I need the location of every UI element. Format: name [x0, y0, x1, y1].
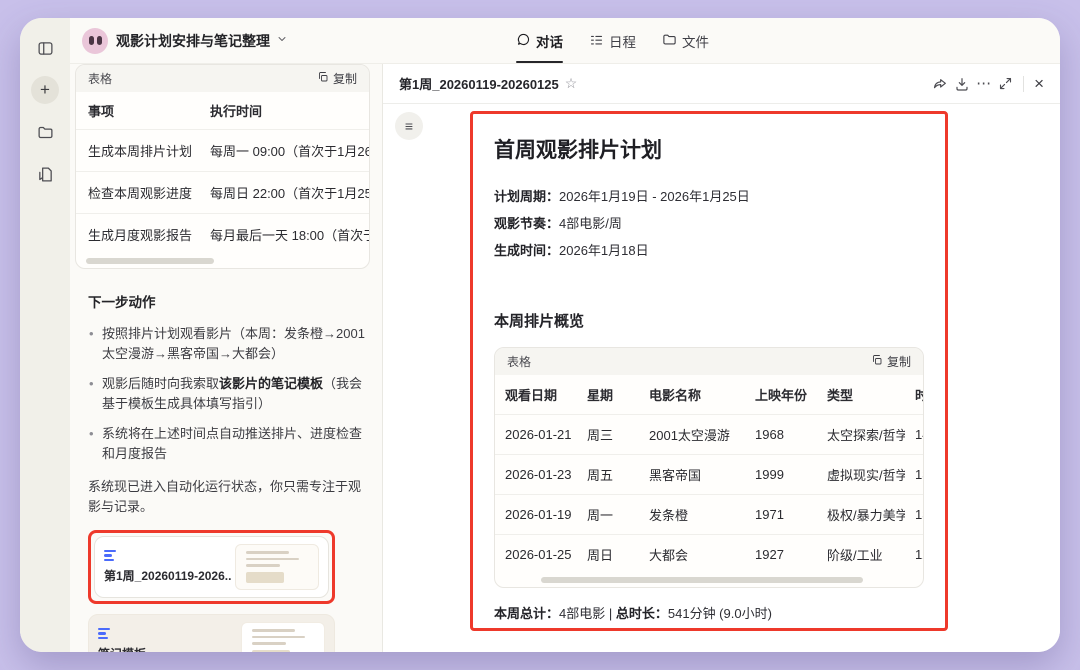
table-row: 2026-01-23周五 黑客帝国1999 虚拟现实/哲学13 — [495, 455, 924, 495]
schedule-table: 事项执行时间 生成本周排片计划每周一 09:00（首次于1月26日） 检查本周观… — [76, 92, 369, 255]
folder-icon — [662, 32, 677, 50]
left-rail: + — [20, 18, 70, 652]
tab-chat[interactable]: 对话 — [516, 18, 563, 63]
view-tabs: 对话 日程 文件 — [516, 18, 709, 63]
section-heading: 本周排片概览 — [494, 310, 924, 331]
summary-block: 本周总计：4部电影 | 总时长：541分钟 (9.0小时) 排片原则：类型多样性… — [494, 600, 924, 631]
copy-button[interactable]: 复制 — [317, 70, 357, 87]
tab-files[interactable]: 文件 — [662, 18, 709, 63]
app-window: + 观影计划安排与笔记整理 对话 日程 — [20, 18, 1060, 652]
expand-icon[interactable] — [998, 76, 1013, 91]
table-row: 检查本周观影进度每周日 22:00（首次于1月25日） — [76, 172, 369, 214]
download-icon[interactable] — [954, 76, 970, 92]
divider — [1023, 76, 1024, 92]
desktop-backdrop: + 观影计划安排与笔记整理 对话 日程 — [0, 0, 1080, 670]
tab-schedule[interactable]: 日程 — [589, 18, 636, 63]
movie-table-card: 表格 复制 观看日期星期 电影名称上映年份 类型时 — [494, 347, 924, 588]
meta-line: 生成时间：2026年1月18日 — [494, 237, 924, 264]
next-actions-heading: 下一步动作 — [88, 291, 366, 311]
chat-panel: 表格 复制 事项执行时间 生成本周排片计划每周一 09:00（首次于1月26日）… — [70, 64, 383, 652]
list-item: 系统将在上述时间点自动推送排片、进度检查和月度报告 — [88, 424, 366, 464]
conversation-title[interactable]: 观影计划安排与笔记整理 — [116, 31, 270, 51]
star-icon[interactable]: ☆ — [565, 75, 578, 92]
copy-button[interactable]: 复制 — [871, 353, 911, 370]
table-card-label: 表格 — [88, 70, 112, 87]
table-row: 2026-01-25周日 大都会1927 阶级/工业12 — [495, 535, 924, 575]
annotation-highlight-box: 首周观影排片计划 计划周期：2026年1月19日 - 2026年1月25日 观影… — [470, 111, 948, 631]
list-item: 观影后随时向我索取该影片的笔记模板（我会基于模板生成具体填写指引） — [88, 374, 366, 414]
meta-line: 观影节奏：4部电影/周 — [494, 210, 924, 237]
table-row: 2026-01-21周三 2001太空漫游1968 太空探索/哲学14 — [495, 415, 924, 455]
new-chat-button[interactable]: + — [31, 76, 59, 104]
chat-bubble-icon — [516, 32, 531, 50]
copy-icon — [871, 354, 883, 369]
document-icon — [98, 628, 146, 640]
table-row: 2026-01-19周一 发条橙1971 极权/暴力美学13 — [495, 495, 924, 535]
closing-text: 系统现已进入自动化运行状态，你只需专注于观影与记录。 — [88, 477, 366, 517]
summary-line: 本周总计：4部电影 | 总时长：541分钟 (9.0小时) — [494, 600, 924, 627]
summary-line: 排片原则：类型多样性、时长平衡、评分高低穿插 — [494, 627, 924, 631]
list-item: 按照排片计划观看影片（本周：发条橙→2001太空漫游→黑客帝国→大都会） — [88, 324, 366, 364]
file-import-icon[interactable] — [31, 160, 59, 188]
meta-line: 计划周期：2026年1月19日 - 2026年1月25日 — [494, 183, 924, 210]
document-header: 第1周_20260119-20260125 ☆ ⋯ × — [383, 64, 1060, 104]
document-icon — [104, 550, 232, 562]
file-thumbnail — [241, 622, 325, 652]
folder-icon[interactable] — [31, 118, 59, 146]
close-icon[interactable]: × — [1034, 74, 1044, 94]
file-card-template[interactable]: 笔记模板 — [88, 614, 335, 652]
file-card-week1[interactable]: 第1周_20260119-2026... — [94, 536, 329, 598]
horizontal-scrollbar[interactable] — [541, 577, 863, 583]
schedule-table-card: 表格 复制 事项执行时间 生成本周排片计划每周一 09:00（首次于1月26日）… — [75, 64, 370, 269]
horizontal-scrollbar[interactable] — [86, 258, 214, 264]
movie-table: 观看日期星期 电影名称上映年份 类型时 2026-01-21周三 2001太空漫… — [495, 375, 924, 574]
table-row: 生成本周排片计划每周一 09:00（首次于1月26日） — [76, 130, 369, 172]
table-header-row: 事项执行时间 — [76, 92, 369, 130]
document-heading: 首周观影排片计划 — [494, 134, 924, 164]
table-header-row: 观看日期星期 电影名称上映年份 类型时 — [495, 375, 924, 415]
next-actions-list: 按照排片计划观看影片（本周：发条橙→2001太空漫游→黑客帝国→大都会） 观影后… — [88, 324, 366, 464]
checklist-icon — [589, 32, 604, 50]
chevron-down-icon[interactable] — [276, 32, 288, 50]
file-thumbnail — [235, 544, 319, 590]
share-icon[interactable] — [932, 76, 948, 92]
more-options-icon[interactable]: ⋯ — [976, 76, 992, 91]
table-card-label: 表格 — [507, 353, 531, 370]
annotation-highlight-box: 第1周_20260119-2026... — [88, 530, 335, 604]
copy-icon — [317, 71, 329, 86]
document-body: ≡ 首周观影排片计划 计划周期：2026年1月19日 - 2026年1月25日 … — [383, 104, 1060, 651]
app-logo — [82, 28, 108, 54]
document-panel: 第1周_20260119-20260125 ☆ ⋯ × ≡ 首周观影排片计划 计… — [383, 64, 1060, 652]
sidebar-toggle-icon[interactable] — [31, 34, 59, 62]
top-header: 观影计划安排与笔记整理 对话 日程 文件 — [70, 18, 1060, 64]
table-row: 生成月度观影报告每月最后一天 18:00（首次于1月 — [76, 214, 369, 256]
outline-toggle-button[interactable]: ≡ — [395, 112, 423, 140]
document-title: 第1周_20260119-20260125 — [399, 74, 559, 93]
